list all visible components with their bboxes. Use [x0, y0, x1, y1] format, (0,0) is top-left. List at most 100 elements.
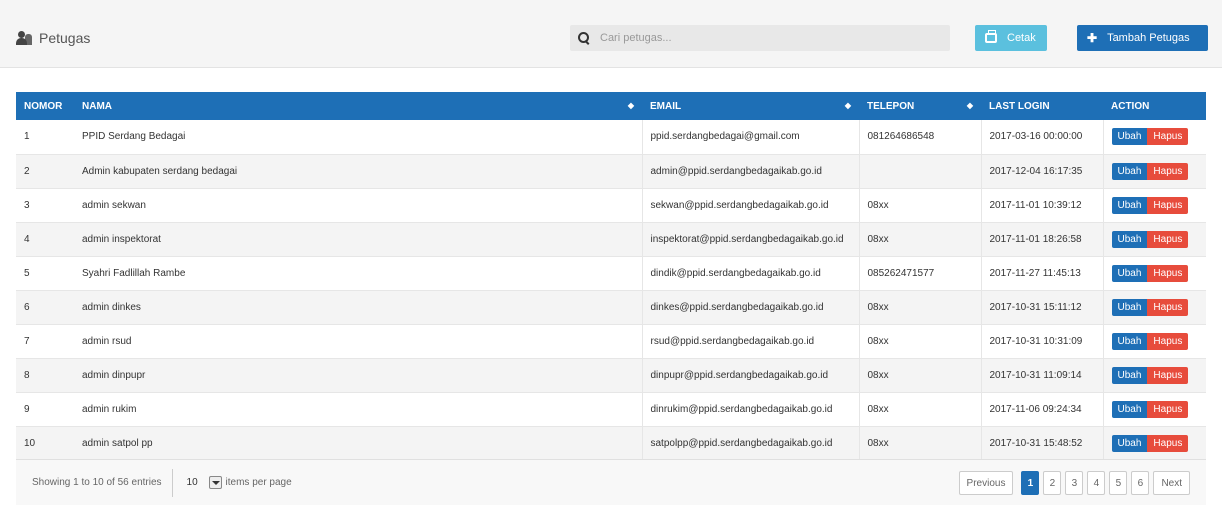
cell-action: Ubah Hapus	[1102, 188, 1206, 222]
cell-nama: admin satpol pp	[82, 437, 153, 449]
cell-last-login: 2017-10-31 10:31:09	[980, 324, 1103, 358]
column-header-nomor[interactable]: NOMOR	[16, 92, 74, 120]
entries-info: Showing 1 to 10 of 56 entries	[16, 468, 173, 497]
pagination-previous[interactable]: Previous	[958, 471, 1014, 495]
cell-nama: PPID Serdang Bedagai	[82, 131, 186, 143]
cell-nomor: 8	[24, 369, 30, 381]
cell-telepon: 08xx	[858, 290, 981, 324]
edit-button[interactable]: Ubah	[1111, 162, 1148, 180]
table-row: 4 admin inspektorat inspektorat@ppid.serda…	[16, 222, 1206, 256]
cell-telepon: 08xx	[858, 392, 981, 426]
delete-button[interactable]: Hapus	[1147, 162, 1189, 180]
per-page-select[interactable]: 10 items per page	[187, 476, 292, 489]
pagination-page[interactable]: 5	[1109, 471, 1128, 495]
delete-button[interactable]: Hapus	[1147, 128, 1189, 146]
delete-button[interactable]: Hapus	[1147, 196, 1189, 214]
row-actions: Ubah Hapus	[1111, 332, 1199, 350]
per-page-value[interactable]: 10	[187, 477, 209, 488]
pagination-next[interactable]: Next	[1153, 471, 1190, 495]
cell-telepon: 08xx	[858, 358, 981, 392]
cell-last-login: 2017-11-01 10:39:12	[980, 188, 1103, 222]
pagination-page[interactable]: 3	[1065, 471, 1084, 495]
plus-icon: ✚	[1087, 31, 1098, 45]
cell-telepon: 08xx	[858, 426, 981, 460]
cell-email: admin@ppid.serdangbedagaikab.go.id	[641, 154, 859, 188]
per-page-label: items per page	[225, 477, 292, 488]
column-header-nama[interactable]: NAMA ◆	[74, 92, 642, 120]
column-header-last-login[interactable]: LAST LOGIN	[981, 92, 1103, 120]
edit-button[interactable]: Ubah	[1111, 434, 1148, 452]
delete-button[interactable]: Hapus	[1147, 298, 1189, 316]
cell-last-login: 2017-10-31 11:09:14	[980, 358, 1103, 392]
sort-icon[interactable]: ◆	[967, 101, 973, 110]
cell-nomor: 2	[24, 165, 30, 177]
table-row: 3 admin sekwan sekwan@ppid.serdangbedagaik…	[16, 188, 1206, 222]
table-row: 9 admin rukim dinrukim@ppid.serdangbedagai…	[16, 392, 1206, 426]
cell-telepon: 085262471577	[858, 256, 981, 290]
edit-button[interactable]: Ubah	[1111, 196, 1148, 214]
cell-email: satpolpp@ppid.serdangbedagaikab.go.id	[641, 426, 859, 460]
row-actions: Ubah Hapus	[1111, 128, 1199, 146]
cell-nomor: 3	[24, 199, 30, 211]
cell-action: Ubah Hapus	[1102, 358, 1206, 392]
cell-nomor: 4	[24, 233, 30, 245]
pagination-page[interactable]: 1	[1021, 471, 1040, 495]
column-header-email[interactable]: EMAIL ◆	[642, 92, 859, 120]
page-title: Petugas	[16, 30, 90, 46]
table-row: 8 admin dinpupr dinpupr@ppid.serdangbedaga…	[16, 358, 1206, 392]
cell-last-login: 2017-11-27 11:45:13	[980, 256, 1103, 290]
cell-telepon: 081264686548	[858, 120, 981, 154]
cell-action: Ubah Hapus	[1102, 392, 1206, 426]
row-actions: Ubah Hapus	[1111, 264, 1199, 282]
cell-nama: admin dinkes	[82, 301, 141, 313]
pagination-page[interactable]: 4	[1087, 471, 1106, 495]
cell-telepon: 08xx	[858, 324, 981, 358]
cell-nomor: 7	[24, 335, 30, 347]
edit-button[interactable]: Ubah	[1111, 264, 1148, 282]
search-input[interactable]	[600, 32, 930, 44]
column-header-telepon[interactable]: TELEPON ◆	[859, 92, 981, 120]
print-button[interactable]: Cetak	[975, 25, 1047, 51]
cell-email: inspektorat@ppid.serdangbedagaikab.go.id	[641, 222, 859, 256]
cell-email: dinrukim@ppid.serdangbedagaikab.go.id	[641, 392, 859, 426]
delete-button[interactable]: Hapus	[1147, 434, 1189, 452]
cell-nama: admin dinpupr	[82, 369, 146, 381]
cell-last-login: 2017-11-06 09:24:34	[980, 392, 1103, 426]
cell-action: Ubah Hapus	[1102, 222, 1206, 256]
officers-table: NOMOR NAMA ◆ EMAIL ◆ TELEPON ◆ LAST LOGIN A…	[16, 92, 1206, 461]
search-icon	[578, 32, 590, 44]
cell-nama: admin inspektorat	[82, 233, 161, 245]
table-row: 2 Admin kabupaten serdang bedagai admin@pp…	[16, 154, 1206, 188]
add-officer-button-label: Tambah Petugas	[1107, 32, 1190, 44]
cell-nomor: 6	[24, 301, 30, 313]
table-footer: Showing 1 to 10 of 56 entries 10 items p…	[16, 459, 1206, 505]
cell-nama: admin rukim	[82, 403, 137, 415]
row-actions: Ubah Hapus	[1111, 400, 1199, 418]
cell-telepon: 08xx	[858, 188, 981, 222]
delete-button[interactable]: Hapus	[1147, 230, 1189, 248]
delete-button[interactable]: Hapus	[1147, 400, 1189, 418]
table-row: 1 PPID Serdang Bedagai ppid.serdangbedagai…	[16, 120, 1206, 154]
edit-button[interactable]: Ubah	[1111, 332, 1148, 350]
edit-button[interactable]: Ubah	[1111, 298, 1148, 316]
delete-button[interactable]: Hapus	[1147, 366, 1189, 384]
edit-button[interactable]: Ubah	[1111, 230, 1148, 248]
edit-button[interactable]: Ubah	[1111, 366, 1148, 384]
pagination-page[interactable]: 2	[1043, 471, 1062, 495]
delete-button[interactable]: Hapus	[1147, 332, 1189, 350]
edit-button[interactable]: Ubah	[1111, 400, 1148, 418]
chevron-down-icon[interactable]	[208, 476, 222, 489]
edit-button[interactable]: Ubah	[1111, 128, 1148, 146]
delete-button[interactable]: Hapus	[1147, 264, 1189, 282]
add-officer-button[interactable]: ✚ Tambah Petugas	[1077, 25, 1208, 51]
cell-last-login: 2017-10-31 15:48:52	[980, 426, 1103, 460]
cell-nama: Syahri Fadlillah Rambe	[82, 267, 186, 279]
cell-action: Ubah Hapus	[1102, 324, 1206, 358]
cell-nomor: 1	[24, 131, 30, 143]
row-actions: Ubah Hapus	[1111, 434, 1199, 452]
search-box[interactable]	[570, 25, 950, 51]
table-row: 10 admin satpol pp satpolpp@ppid.serdangbe…	[16, 426, 1206, 460]
sort-icon[interactable]: ◆	[845, 101, 851, 110]
sort-icon[interactable]: ◆	[628, 101, 634, 110]
pagination-page[interactable]: 6	[1131, 471, 1150, 495]
